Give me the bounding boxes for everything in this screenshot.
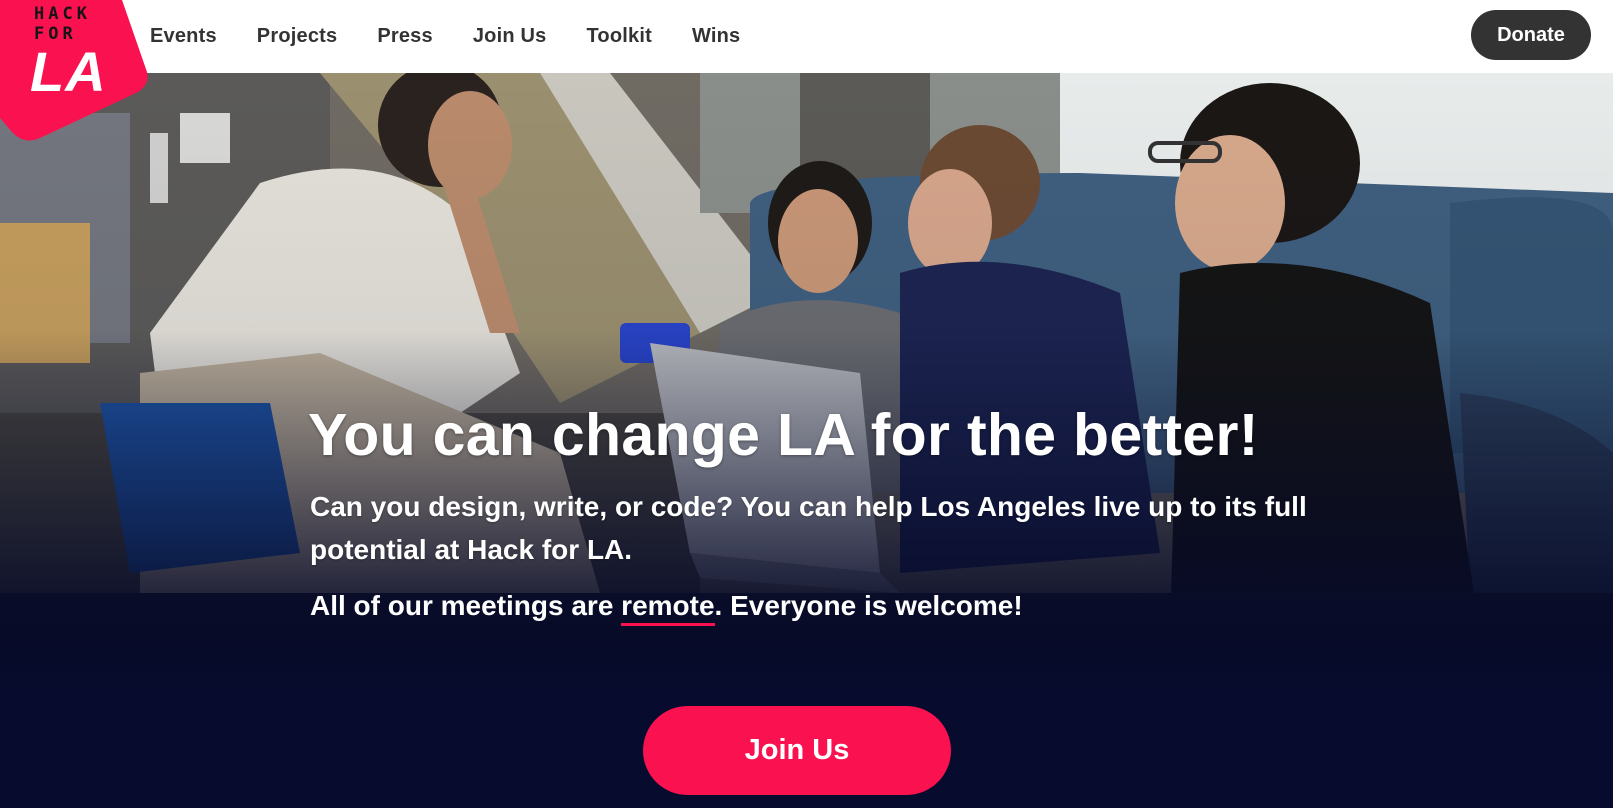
- hero-section: You can change LA for the better! Can yo…: [0, 73, 1613, 808]
- nav-links: Events Projects Press Join Us Toolkit Wi…: [150, 0, 780, 73]
- join-us-button[interactable]: Join Us: [643, 706, 951, 795]
- nav-link-projects[interactable]: Projects: [257, 25, 338, 48]
- nav-link-join-us[interactable]: Join Us: [473, 25, 547, 48]
- nav-link-toolkit[interactable]: Toolkit: [586, 25, 651, 48]
- remote-suffix: . Everyone is welcome!: [714, 590, 1023, 621]
- remote-link[interactable]: remote: [621, 589, 715, 626]
- logo-la-text: LA: [30, 40, 107, 103]
- remote-prefix: All of our meetings are: [310, 590, 622, 621]
- donate-button[interactable]: Donate: [1471, 10, 1591, 60]
- hack-for-la-logo[interactable]: HACK FOR LA: [0, 0, 150, 142]
- nav-link-wins[interactable]: Wins: [692, 25, 740, 48]
- hero-headline: You can change LA for the better!: [308, 402, 1259, 468]
- hero-remote-line: All of our meetings are remote. Everyone…: [310, 586, 1023, 626]
- top-navbar: Events Projects Press Join Us Toolkit Wi…: [0, 0, 1613, 73]
- hero-subtitle: Can you design, write, or code? You can …: [310, 491, 1307, 565]
- nav-link-press[interactable]: Press: [377, 25, 433, 48]
- nav-link-events[interactable]: Events: [150, 25, 217, 48]
- logo-small-text: HACK FOR: [34, 4, 91, 44]
